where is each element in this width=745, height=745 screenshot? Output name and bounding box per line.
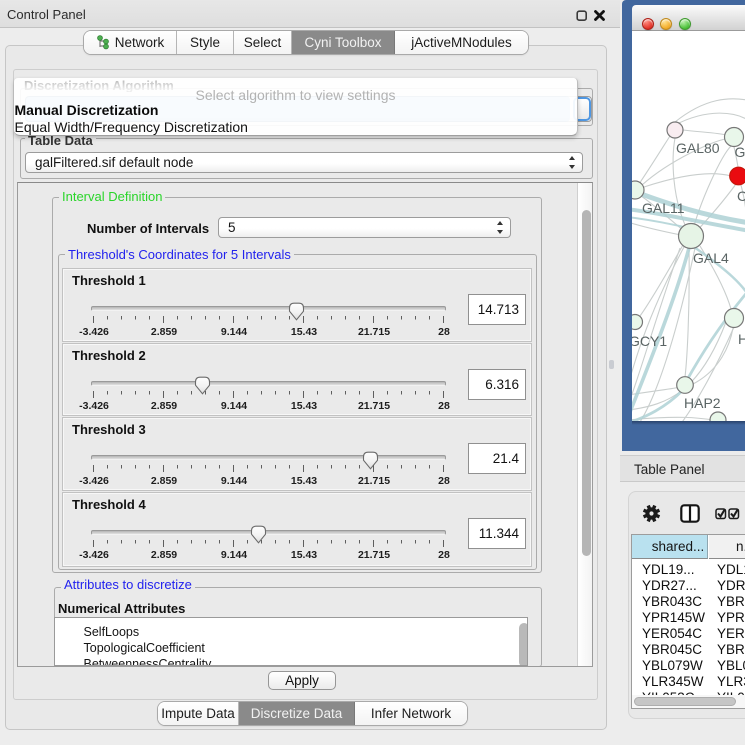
svg-text:GAL80: GAL80 xyxy=(676,140,720,156)
svg-text:GA: GA xyxy=(735,144,745,160)
svg-text:HAP2: HAP2 xyxy=(684,395,721,411)
svg-text:GAL11: GAL11 xyxy=(642,200,685,216)
svg-text:H: H xyxy=(738,331,745,347)
svg-text:GAL4: GAL4 xyxy=(693,250,729,266)
svg-text:GCY1: GCY1 xyxy=(632,333,667,349)
svg-text:C: C xyxy=(737,188,745,204)
